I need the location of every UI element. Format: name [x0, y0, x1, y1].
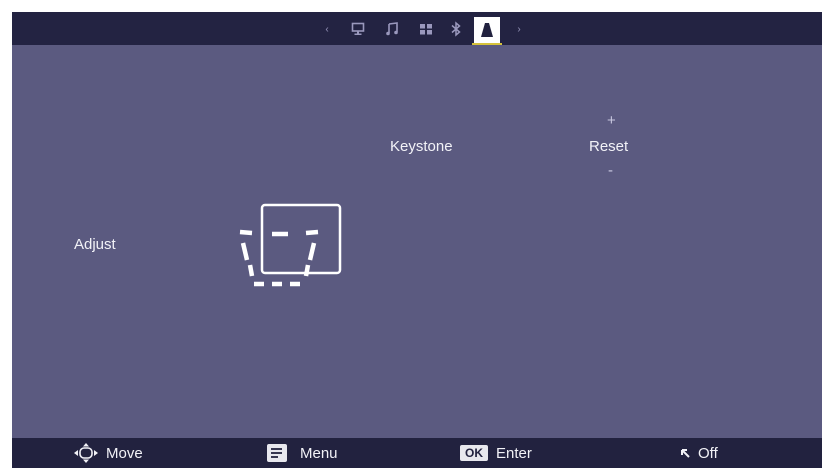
- footer-enter-label: Enter: [496, 444, 532, 462]
- music-note-icon[interactable]: [382, 17, 402, 41]
- ok-key-icon: OK: [460, 445, 488, 461]
- increase-symbol[interactable]: +: [607, 112, 616, 129]
- tab-keystone[interactable]: [474, 17, 500, 43]
- apps-grid-icon[interactable]: [416, 17, 436, 41]
- keystone-adjust-icon[interactable]: [238, 202, 342, 288]
- top-nav-bar: ‹ ›: [12, 12, 822, 45]
- footer-move: Move: [72, 438, 143, 468]
- adjust-label: Adjust: [74, 236, 116, 253]
- reset-button[interactable]: Reset: [589, 138, 628, 155]
- osd-screen: ‹ › + Keystone Reset - Adjust Move Menu …: [12, 12, 822, 468]
- decrease-symbol[interactable]: -: [608, 162, 613, 179]
- dpad-icon: [74, 443, 98, 463]
- monitor-icon[interactable]: [348, 17, 368, 41]
- footer-menu: Menu: [266, 438, 338, 468]
- keystone-label: Keystone: [390, 138, 453, 155]
- footer-menu-label: Menu: [300, 444, 338, 462]
- footer-move-label: Move: [106, 444, 143, 462]
- active-tab-indicator: [472, 43, 502, 45]
- footer-off-label: Off: [698, 444, 718, 462]
- menu-key-icon: [267, 444, 287, 462]
- footer-enter: OK Enter: [460, 438, 532, 468]
- nav-right-arrow-icon[interactable]: ›: [514, 17, 524, 41]
- back-arrow-icon: [681, 449, 690, 458]
- nav-left-arrow-icon[interactable]: ‹: [322, 17, 332, 41]
- keystone-cone-icon: [481, 23, 493, 37]
- footer-bar: Move Menu OK Enter Off: [12, 438, 822, 468]
- footer-off: Off: [678, 438, 718, 468]
- bluetooth-icon[interactable]: [446, 17, 466, 41]
